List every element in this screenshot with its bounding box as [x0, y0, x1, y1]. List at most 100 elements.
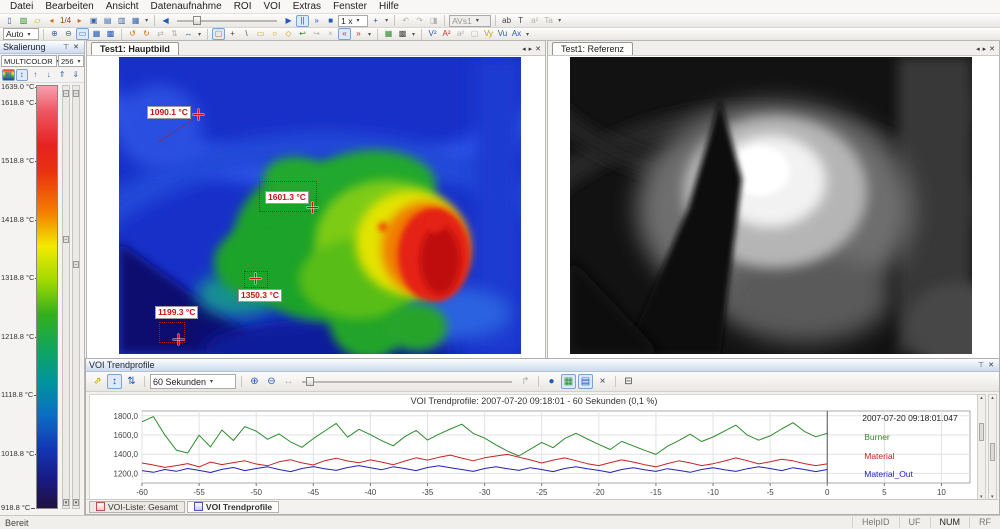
color-scale-bar[interactable]	[36, 85, 58, 509]
menu-hilfe[interactable]: Hilfe	[373, 1, 405, 12]
temp-annotation-label[interactable]: 1199.3 °C	[155, 306, 198, 319]
roi-paste-icon[interactable]: ↪	[310, 28, 323, 40]
label-overflow-icon[interactable]: ▾	[556, 17, 563, 24]
view-overflow-icon[interactable]: ▾	[196, 31, 203, 38]
layout-icon[interactable]: ◨	[427, 15, 440, 27]
value-vy-icon[interactable]: Vy	[482, 28, 495, 40]
pause-icon[interactable]: ||	[296, 15, 309, 27]
annotation-marker[interactable]	[173, 334, 184, 345]
export-table-icon[interactable]: ▤	[578, 374, 593, 389]
trend-vscrollbar-1[interactable]: ▴▾	[977, 394, 986, 502]
scale-max-icon[interactable]: ↑	[29, 69, 42, 81]
roi-export-icon[interactable]: »	[352, 28, 365, 40]
value-window-icon[interactable]: ▢	[468, 28, 481, 40]
tab-prev-icon[interactable]: ◂	[976, 45, 980, 53]
trend-chart[interactable]: VOI Trendprofile: 2007-07-20 09:18:01 - …	[89, 394, 979, 502]
trend-vscrollbar-2[interactable]: ▴▾	[988, 394, 997, 502]
redo-icon[interactable]: ↷	[413, 15, 426, 27]
scale-settings-icon[interactable]: ⇅	[124, 374, 139, 389]
zoom-fit-icon[interactable]: ▭	[76, 28, 89, 40]
levels-combo[interactable]: 256▾	[58, 55, 84, 67]
export-image-icon[interactable]: ▥	[115, 15, 128, 27]
voi-chart-icon[interactable]: ▩	[396, 28, 409, 40]
scale-lower-slider[interactable]: −−▾	[72, 85, 80, 509]
menu-datenaufnahme[interactable]: Datenaufnahme	[145, 1, 228, 12]
palette-combo[interactable]: MULTICOLOR▾	[1, 55, 57, 67]
voi-image-icon[interactable]: ▦	[382, 28, 395, 40]
label-ta-icon[interactable]: Ta	[542, 15, 555, 27]
time-range-slider[interactable]	[302, 376, 512, 387]
label-a2-icon[interactable]: a²	[528, 15, 541, 27]
print-icon[interactable]: ⊟	[621, 374, 636, 389]
value-vu-icon[interactable]: Vu	[496, 28, 509, 40]
speed-combo[interactable]: 1 x▾	[338, 15, 368, 27]
close-icon[interactable]: ✕	[986, 361, 996, 369]
stop-icon[interactable]: ■	[324, 15, 337, 27]
copy-table-icon[interactable]: ▦	[561, 374, 576, 389]
temp-annotation-label[interactable]: 1090.1 °C	[147, 106, 191, 119]
tab-close-icon[interactable]: ✕	[535, 45, 541, 53]
menu-datei[interactable]: Datei	[4, 1, 39, 12]
annotation-marker[interactable]	[307, 202, 318, 213]
zoom-in-icon[interactable]: ⊕	[48, 28, 61, 40]
menu-extras[interactable]: Extras	[287, 1, 327, 12]
fast-forward-icon[interactable]: »	[310, 15, 323, 27]
voi-overflow-icon[interactable]: ▾	[410, 31, 417, 38]
tab-prev-icon[interactable]: ◂	[522, 45, 526, 53]
audio-icon[interactable]: ◀	[159, 15, 172, 27]
add-marker-icon[interactable]: +	[369, 15, 382, 27]
annotation-marker[interactable]	[250, 273, 261, 284]
menu-ansicht[interactable]: Ansicht	[100, 1, 145, 12]
cursor-icon[interactable]: ↱	[518, 374, 533, 389]
playback-overflow-icon[interactable]: ▾	[383, 17, 390, 24]
live-update-icon[interactable]: ●	[544, 374, 559, 389]
value-overflow-icon[interactable]: ▾	[524, 31, 531, 38]
annotation-marker[interactable]	[193, 109, 204, 120]
menu-fenster[interactable]: Fenster	[327, 1, 373, 12]
undo-icon[interactable]: ↶	[399, 15, 412, 27]
pan-icon[interactable]: ↔	[182, 28, 195, 40]
profile-window-icon[interactable]: ▩	[104, 28, 117, 40]
menu-roi[interactable]: ROI	[228, 1, 258, 12]
trend-plot[interactable]: -60-55-50-45-40-35-30-25-20-15-10-505101…	[90, 407, 976, 501]
temp-annotation-label[interactable]: 1350.3 °C	[238, 289, 282, 302]
playback-position-slider[interactable]	[177, 15, 277, 26]
roi-rect-icon[interactable]: ▭	[254, 28, 267, 40]
roi-delete-icon[interactable]: ×	[324, 28, 337, 40]
value-a2-gray-icon[interactable]: a²	[454, 28, 467, 40]
zoom-time-in-icon[interactable]: ⊕	[247, 374, 262, 389]
zoom-time-out-icon[interactable]: ⊖	[264, 374, 279, 389]
flip-v-icon[interactable]: ⇅	[168, 28, 181, 40]
value-a2-icon[interactable]: A²	[440, 28, 453, 40]
avs-combo[interactable]: AVs1▾	[449, 15, 491, 27]
close-icon[interactable]: ✕	[71, 43, 81, 51]
label-ab-icon[interactable]: ab	[500, 15, 513, 27]
scale-upper-slider[interactable]: −−▾	[62, 85, 70, 509]
value-v2-icon[interactable]: V²	[426, 28, 439, 40]
play-icon[interactable]: ▶	[282, 15, 295, 27]
roi-import-icon[interactable]: «	[338, 28, 351, 40]
autoscale-icon[interactable]: ↕	[16, 69, 29, 81]
next-frame-icon[interactable]: ▸	[73, 15, 86, 27]
rotate-ccw-icon[interactable]: ↺	[126, 28, 139, 40]
file-overflow-icon[interactable]: ▾	[143, 17, 150, 24]
snapshot-icon[interactable]: ▦	[129, 15, 142, 27]
tab-voi-liste[interactable]: VOI-Liste: Gesamt	[89, 501, 185, 513]
flip-h-icon[interactable]: ⇄	[154, 28, 167, 40]
send-report-icon[interactable]: ⇗	[90, 374, 105, 389]
autoscale-y-icon[interactable]: ↕	[107, 374, 122, 389]
tab-close-icon[interactable]: ✕	[989, 45, 995, 53]
menu-bearbeiten[interactable]: Bearbeiten	[39, 1, 99, 12]
value-ax-icon[interactable]: Ax	[510, 28, 523, 40]
save-icon[interactable]: ▣	[87, 15, 100, 27]
tab-next-icon[interactable]: ▸	[529, 45, 533, 53]
expand-range-icon[interactable]: ⇑	[56, 69, 69, 81]
new-file-icon[interactable]: ▯	[3, 15, 16, 27]
label-t-icon[interactable]: T	[514, 15, 527, 27]
open-folder-icon[interactable]: ▱	[31, 15, 44, 27]
copy-image-icon[interactable]: ▤	[101, 15, 114, 27]
interval-combo[interactable]: 60 Sekunden▾	[150, 374, 236, 389]
auto-scale-combo[interactable]: Auto▾	[3, 28, 39, 40]
prev-frame-icon[interactable]: ◂	[45, 15, 58, 27]
roi-copy-icon[interactable]: ↩	[296, 28, 309, 40]
